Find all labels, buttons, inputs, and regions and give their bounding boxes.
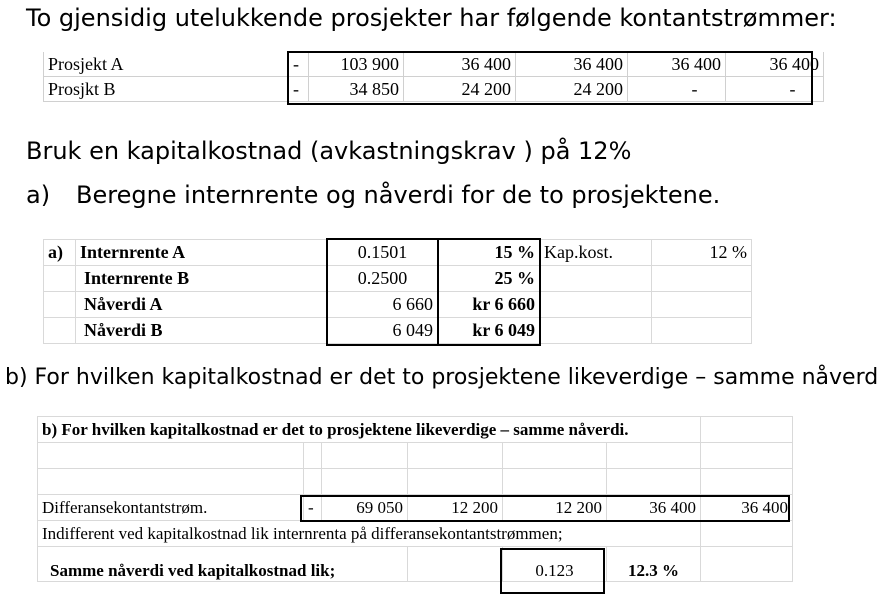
table-row: Prosjkt B - 34 850 24 200 24 200 - - [43, 76, 824, 102]
kapkost-label: Kap.kost. [539, 239, 652, 266]
npv-b-value: 6 049 [327, 317, 438, 344]
diff-cf4: 36 400 [700, 494, 793, 521]
npv-a-value: 6 660 [327, 291, 438, 318]
project-a-cf1: 36 400 [403, 52, 516, 77]
results-a-table: a) Internrente A 0.1501 15 % Kap.kost. 1… [43, 239, 752, 344]
question-a-marker: a) [26, 181, 51, 209]
project-a-cf2: 36 400 [515, 52, 628, 77]
indifferent-text: Indifferent ved kapitalkostnad lik inter… [37, 520, 701, 547]
table-row: b) For hvilken kapitalkostnad er det to … [37, 416, 793, 443]
npv-a-formatted: kr 6 660 [437, 291, 540, 318]
table-row: Nåverdi B 6 049 kr 6 049 [43, 317, 752, 344]
kapkost-value: 12 % [651, 239, 752, 266]
project-a-cf4: 36 400 [725, 52, 824, 77]
table-row: Prosjekt A - 103 900 36 400 36 400 36 40… [43, 52, 824, 77]
table-row: Nåverdi A 6 660 kr 6 660 [43, 291, 752, 318]
capital-cost-text: Bruk en kapitalkostnad (avkastningskrav … [26, 137, 632, 165]
project-a-label: Prosjekt A [43, 52, 289, 77]
table-row: Differansekontantstrøm. - 69 050 12 200 … [37, 494, 793, 521]
project-b-cf1: 24 200 [403, 76, 516, 102]
project-a-cf3: 36 400 [627, 52, 726, 77]
irr-a-value: 0.1501 [327, 239, 438, 266]
diff-cf2: 12 200 [502, 494, 607, 521]
question-a-text: Beregne internrente og nåverdi for de to… [76, 181, 721, 209]
irr-b-formatted: 25 % [437, 265, 540, 292]
results-b-title: b) For hvilken kapitalkostnad er det to … [37, 416, 701, 443]
npv-b-label: Nåverdi B [75, 317, 328, 344]
diff-cf3: 36 400 [606, 494, 701, 521]
table-row: a) Internrente A 0.1501 15 % Kap.kost. 1… [43, 239, 752, 266]
same-npv-label: Samme nåverdi ved kapitalkostnad lik; [37, 546, 408, 582]
project-a-sign: - [288, 52, 309, 77]
npv-a-label: Nåverdi A [75, 291, 328, 318]
diff-cf1: 12 200 [407, 494, 503, 521]
irr-a-label: Internrente A [75, 239, 328, 266]
project-b-cf2: 24 200 [515, 76, 628, 102]
diff-label: Differansekontantstrøm. [37, 494, 304, 521]
irr-b-label: Internrente B [75, 265, 328, 292]
table-row: Samme nåverdi ved kapitalkostnad lik; 0.… [37, 546, 793, 582]
project-b-sign: - [288, 76, 309, 102]
project-b-cf0: 34 850 [308, 76, 404, 102]
question-b-text: b) For hvilken kapitalkostnad er det to … [5, 365, 880, 390]
table-row: Indifferent ved kapitalkostnad lik inter… [37, 520, 793, 547]
diff-cf0: 69 050 [321, 494, 408, 521]
cashflow-table: Prosjekt A - 103 900 36 400 36 400 36 40… [43, 52, 824, 102]
table-row: Internrente B 0.2500 25 % [43, 265, 752, 292]
project-b-cf4: - [725, 76, 824, 102]
same-npv-value: 0.123 [502, 546, 607, 582]
project-b-cf3: - [627, 76, 726, 102]
same-npv-formatted: 12.3 % [606, 546, 701, 582]
irr-a-formatted: 15 % [437, 239, 540, 266]
npv-b-formatted: kr 6 049 [437, 317, 540, 344]
results-a-marker: a) [43, 239, 76, 266]
diff-sign: - [303, 494, 322, 521]
irr-b-value: 0.2500 [327, 265, 438, 292]
page-heading: To gjensidig utelukkende prosjekter har … [26, 4, 837, 32]
project-b-label: Prosjkt B [43, 76, 289, 102]
project-a-cf0: 103 900 [308, 52, 404, 77]
results-b-table: b) For hvilken kapitalkostnad er det to … [37, 416, 793, 582]
